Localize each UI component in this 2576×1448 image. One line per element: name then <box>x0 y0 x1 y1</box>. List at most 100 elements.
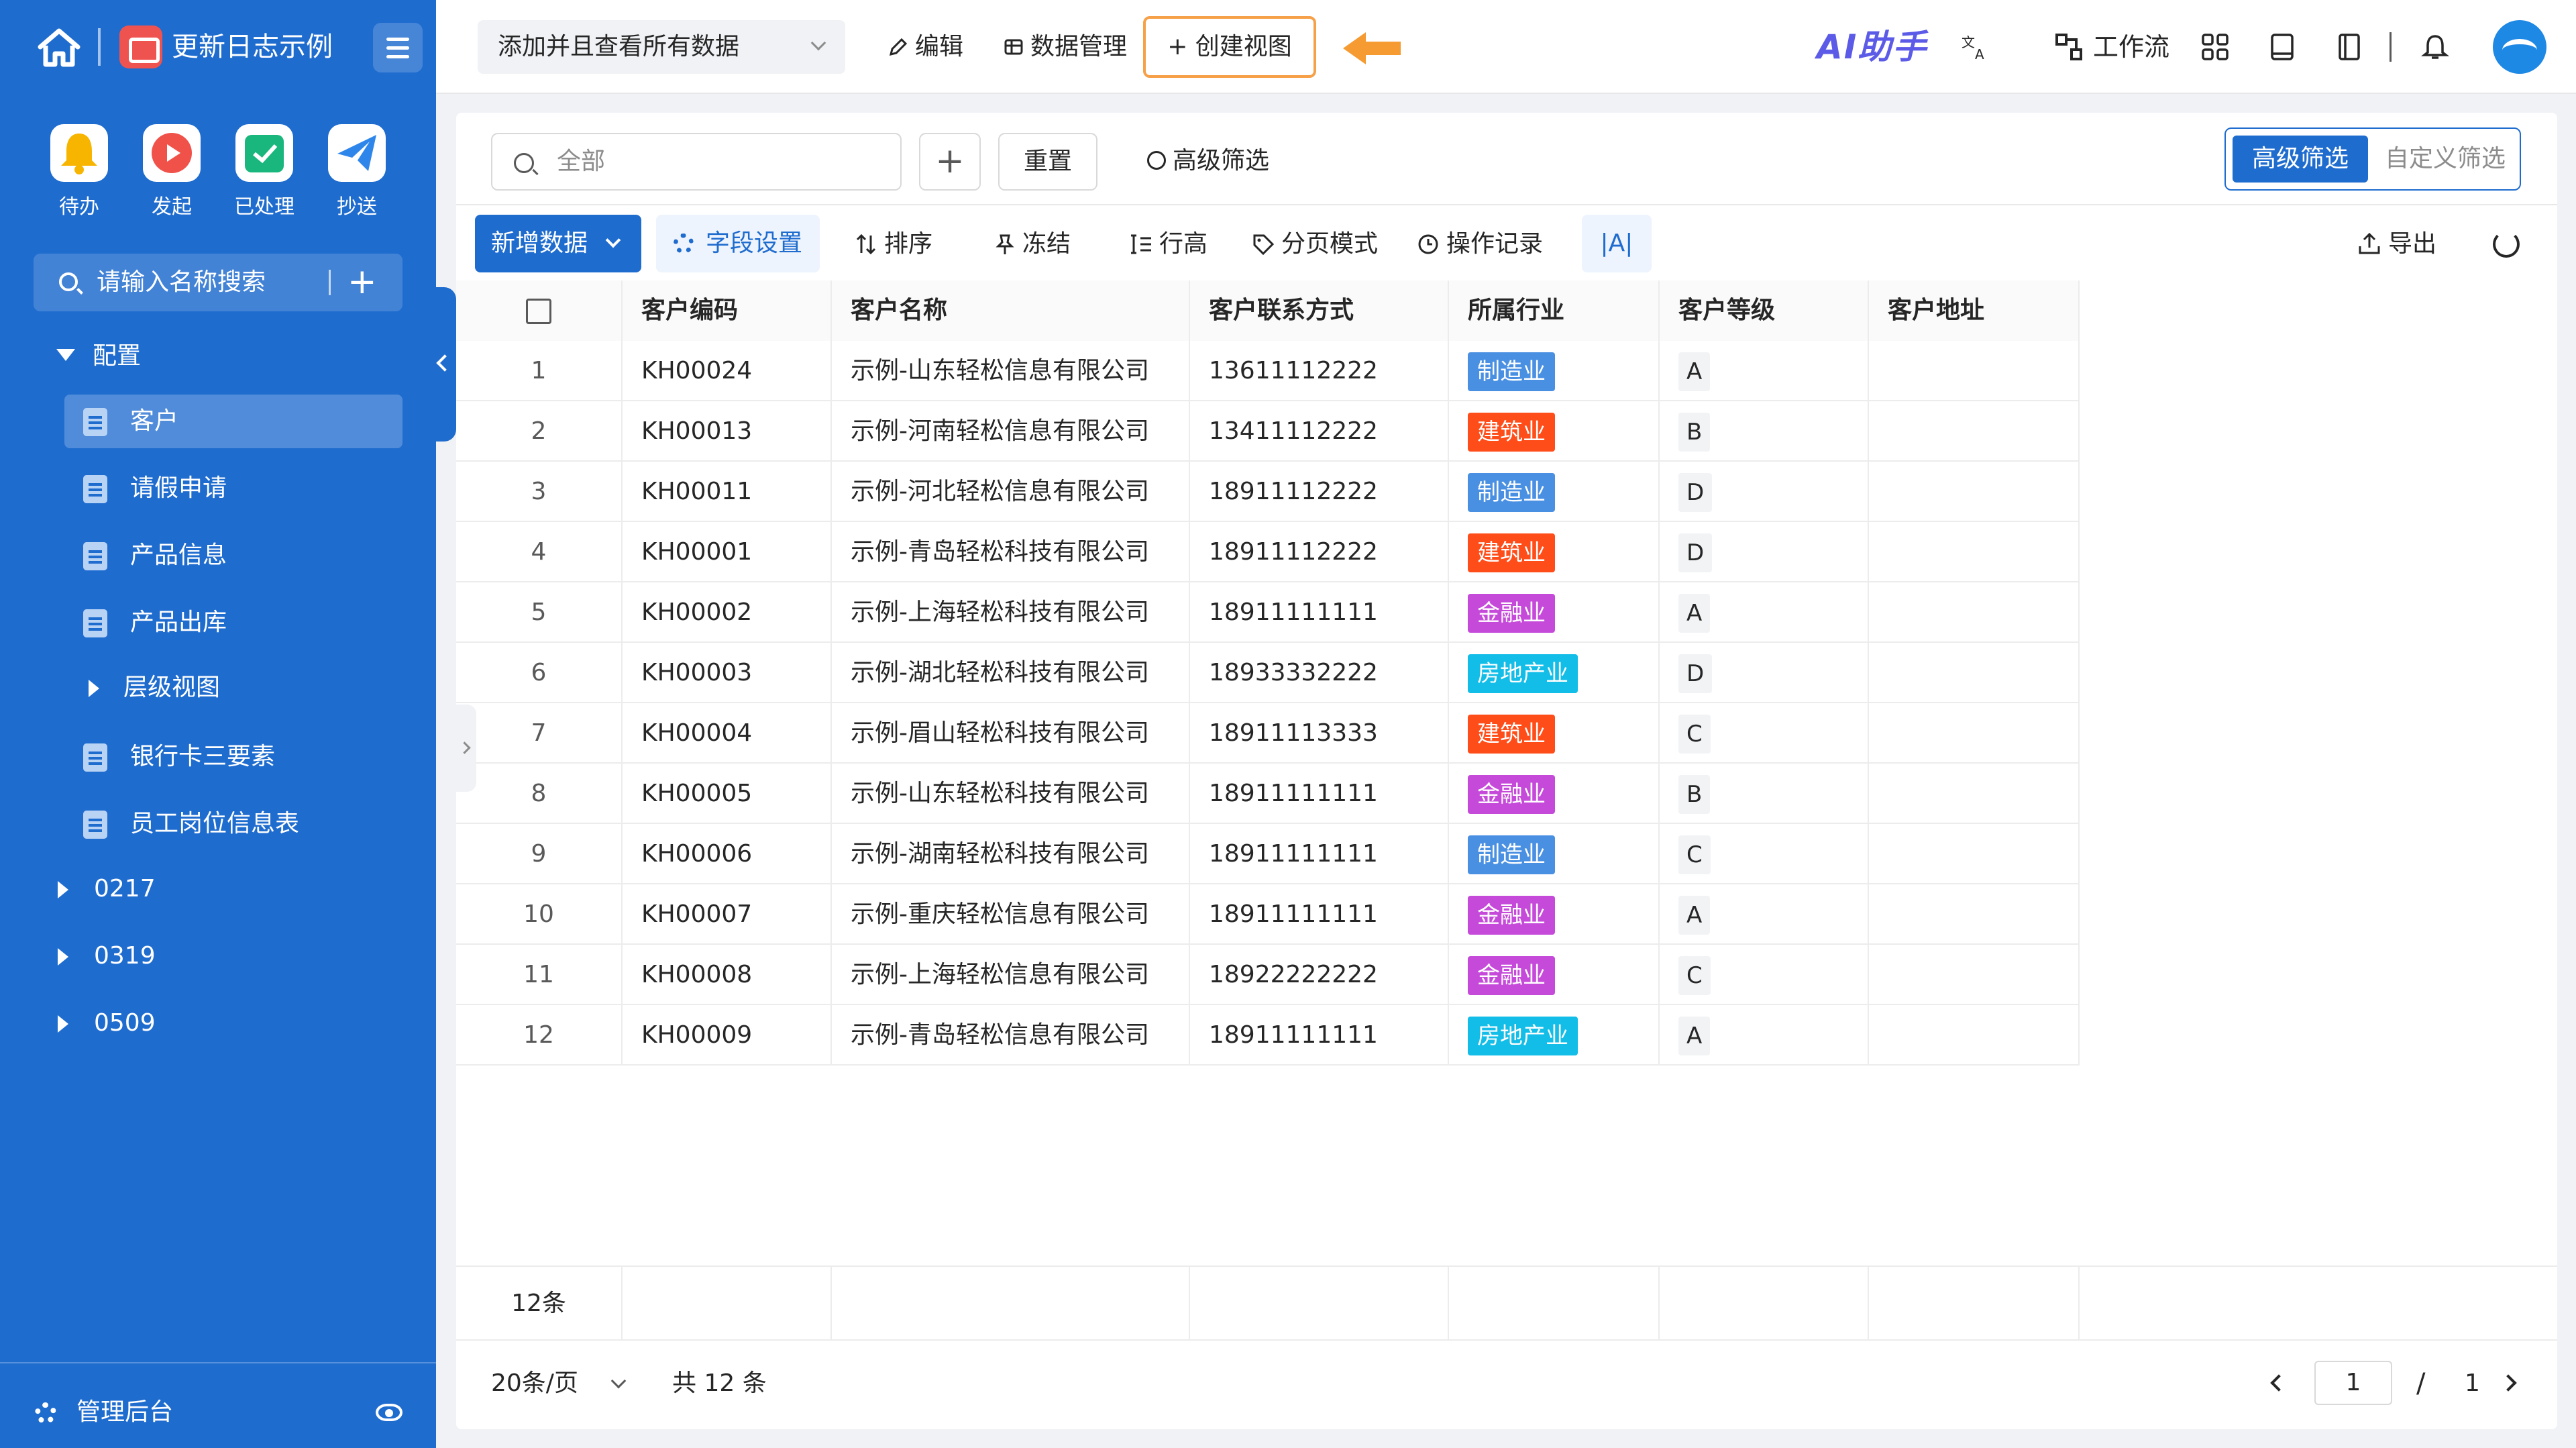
home-icon[interactable] <box>38 27 80 67</box>
admin-backend-link[interactable]: 管理后台 <box>76 1396 173 1429</box>
industry-cell[interactable]: 金融业 <box>1449 945 1660 1005</box>
address-cell[interactable] <box>1869 824 2080 884</box>
customer-name-cell[interactable]: 示例-山东轻松信息有限公司 <box>832 341 1190 401</box>
customer-code-cell[interactable]: KH00007 <box>623 884 832 945</box>
next-page-icon[interactable] <box>2500 1374 2517 1392</box>
address-cell[interactable] <box>1869 643 2080 703</box>
industry-cell[interactable]: 建筑业 <box>1449 522 1660 582</box>
customer-code-cell[interactable]: KH00006 <box>623 824 832 884</box>
chevron-down-icon[interactable] <box>610 1373 627 1389</box>
grade-cell[interactable]: D <box>1660 643 1869 703</box>
eye-icon[interactable] <box>376 1404 402 1421</box>
sidebar-item-customer[interactable]: 客户 <box>64 395 402 448</box>
ai-assistant-button[interactable]: AI助手 <box>1817 25 1927 68</box>
address-cell[interactable] <box>1869 462 2080 522</box>
quick-action-done[interactable]: 已处理 <box>231 124 298 219</box>
customer-name-cell[interactable]: 示例-上海轻松科技有限公司 <box>832 582 1190 643</box>
folder-0509[interactable]: 0509 <box>94 1006 156 1040</box>
select-all-checkbox[interactable] <box>526 299 551 324</box>
caret-down-icon[interactable] <box>56 349 75 361</box>
menu-toggle-button[interactable] <box>373 23 423 72</box>
industry-cell[interactable]: 制造业 <box>1449 824 1660 884</box>
add-icon[interactable]: + <box>347 262 377 302</box>
address-cell[interactable] <box>1869 945 2080 1005</box>
advanced-filter-link[interactable]: 高级筛选 <box>1147 142 1269 180</box>
apps-grid-icon[interactable] <box>2200 32 2230 62</box>
address-cell[interactable] <box>1869 401 2080 462</box>
customer-name-cell[interactable]: 示例-青岛轻松信息有限公司 <box>832 1005 1190 1066</box>
customer-phone-cell[interactable]: 18911112222 <box>1190 522 1449 582</box>
customer-code-cell[interactable]: KH00009 <box>623 1005 832 1066</box>
sidebar-collapse-button[interactable] <box>433 287 456 442</box>
table-row[interactable]: 8 KH00005 示例-山东轻松科技有限公司 18911111111 金融业 B <box>456 764 2080 824</box>
column-header[interactable]: 客户编码 <box>623 280 832 341</box>
industry-cell[interactable]: 金融业 <box>1449 884 1660 945</box>
customer-phone-cell[interactable]: 13411112222 <box>1190 401 1449 462</box>
quick-action-cc[interactable]: 抄送 <box>323 124 390 219</box>
customer-phone-cell[interactable]: 18911111111 <box>1190 1005 1449 1066</box>
caret-right-icon[interactable] <box>58 881 68 898</box>
industry-cell[interactable]: 房地产业 <box>1449 643 1660 703</box>
workflow-icon[interactable] <box>2054 32 2084 62</box>
table-row[interactable]: 1 KH00024 示例-山东轻松信息有限公司 13611112222 制造业 A <box>456 341 2080 401</box>
sidebar-item-leave-request[interactable]: 请假申请 <box>64 462 402 515</box>
customer-phone-cell[interactable]: 18911111111 <box>1190 582 1449 643</box>
table-row[interactable]: 3 KH00011 示例-河北轻松信息有限公司 18911112222 制造业 D <box>456 462 2080 522</box>
table-row[interactable]: 5 KH00002 示例-上海轻松科技有限公司 18911111111 金融业 A <box>456 582 2080 643</box>
customer-code-cell[interactable]: KH00002 <box>623 582 832 643</box>
translate-icon[interactable]: 文A <box>1960 32 1990 62</box>
customer-code-cell[interactable]: KH00004 <box>623 703 832 764</box>
customer-phone-cell[interactable]: 18911112222 <box>1190 462 1449 522</box>
data-manage-button[interactable]: 数据管理 <box>1004 30 1127 64</box>
quick-action-todo[interactable]: 待办 <box>46 124 113 219</box>
grade-cell[interactable]: B <box>1660 401 1869 462</box>
grade-cell[interactable]: A <box>1660 341 1869 401</box>
caret-right-icon[interactable] <box>89 680 99 697</box>
folder-0319[interactable]: 0319 <box>94 939 156 973</box>
customer-phone-cell[interactable]: 18933332222 <box>1190 643 1449 703</box>
book-icon[interactable] <box>2267 32 2297 62</box>
address-cell[interactable] <box>1869 522 2080 582</box>
customer-name-cell[interactable]: 示例-湖南轻松科技有限公司 <box>832 824 1190 884</box>
panel-expand-handle[interactable] <box>456 705 476 792</box>
grade-cell[interactable]: D <box>1660 522 1869 582</box>
customer-name-cell[interactable]: 示例-河南轻松信息有限公司 <box>832 401 1190 462</box>
sidebar-search-input[interactable]: 请输入名称搜索 <box>97 266 266 299</box>
freeze-button[interactable]: 冻结 <box>993 227 1071 262</box>
customer-name-cell[interactable]: 示例-山东轻松科技有限公司 <box>832 764 1190 824</box>
grade-cell[interactable]: C <box>1660 703 1869 764</box>
row-height-button[interactable]: 行高 <box>1130 227 1208 262</box>
caret-right-icon[interactable] <box>58 1015 68 1033</box>
sidebar-footer[interactable]: 管理后台 <box>0 1362 436 1448</box>
column-header[interactable]: 客户名称 <box>832 280 1190 341</box>
tree-group-label[interactable]: 配置 <box>93 340 141 373</box>
filter-search-input[interactable]: 全部 <box>491 133 902 191</box>
page-mode-button[interactable]: 分页模式 <box>1252 227 1378 262</box>
customer-phone-cell[interactable]: 18911111111 <box>1190 884 1449 945</box>
industry-cell[interactable]: 金融业 <box>1449 582 1660 643</box>
table-row[interactable]: 9 KH00006 示例-湖南轻松科技有限公司 18911111111 制造业 C <box>456 824 2080 884</box>
view-select-dropdown[interactable]: 添加并且查看所有数据 <box>478 20 845 74</box>
customer-name-cell[interactable]: 示例-河北轻松信息有限公司 <box>832 462 1190 522</box>
customer-name-cell[interactable]: 示例-上海轻松信息有限公司 <box>832 945 1190 1005</box>
folder-0217[interactable]: 0217 <box>94 872 156 906</box>
edit-button[interactable]: 编辑 <box>888 30 963 64</box>
tab-advanced-filter[interactable]: 高级筛选 <box>2233 136 2368 183</box>
address-cell[interactable] <box>1869 341 2080 401</box>
table-row[interactable]: 10 KH00007 示例-重庆轻松信息有限公司 18911111111 金融业 A <box>456 884 2080 945</box>
table-row[interactable]: 2 KH00013 示例-河南轻松信息有限公司 13411112222 建筑业 B <box>456 401 2080 462</box>
quick-action-start[interactable]: 发起 <box>138 124 205 219</box>
sidebar-item-product-info[interactable]: 产品信息 <box>64 529 402 582</box>
table-row[interactable]: 4 KH00001 示例-青岛轻松科技有限公司 18911112222 建筑业 D <box>456 522 2080 582</box>
tab-custom-filter[interactable]: 自定义筛选 <box>2375 136 2516 183</box>
address-cell[interactable] <box>1869 884 2080 945</box>
grade-cell[interactable]: C <box>1660 824 1869 884</box>
column-header[interactable]: 客户联系方式 <box>1190 280 1449 341</box>
grade-cell[interactable]: D <box>1660 462 1869 522</box>
customer-phone-cell[interactable]: 18911113333 <box>1190 703 1449 764</box>
customer-phone-cell[interactable]: 18922222222 <box>1190 945 1449 1005</box>
industry-cell[interactable]: 建筑业 <box>1449 401 1660 462</box>
customer-phone-cell[interactable]: 18911111111 <box>1190 764 1449 824</box>
table-row[interactable]: 7 KH00004 示例-眉山轻松科技有限公司 18911113333 建筑业 C <box>456 703 2080 764</box>
customer-phone-cell[interactable]: 13611112222 <box>1190 341 1449 401</box>
